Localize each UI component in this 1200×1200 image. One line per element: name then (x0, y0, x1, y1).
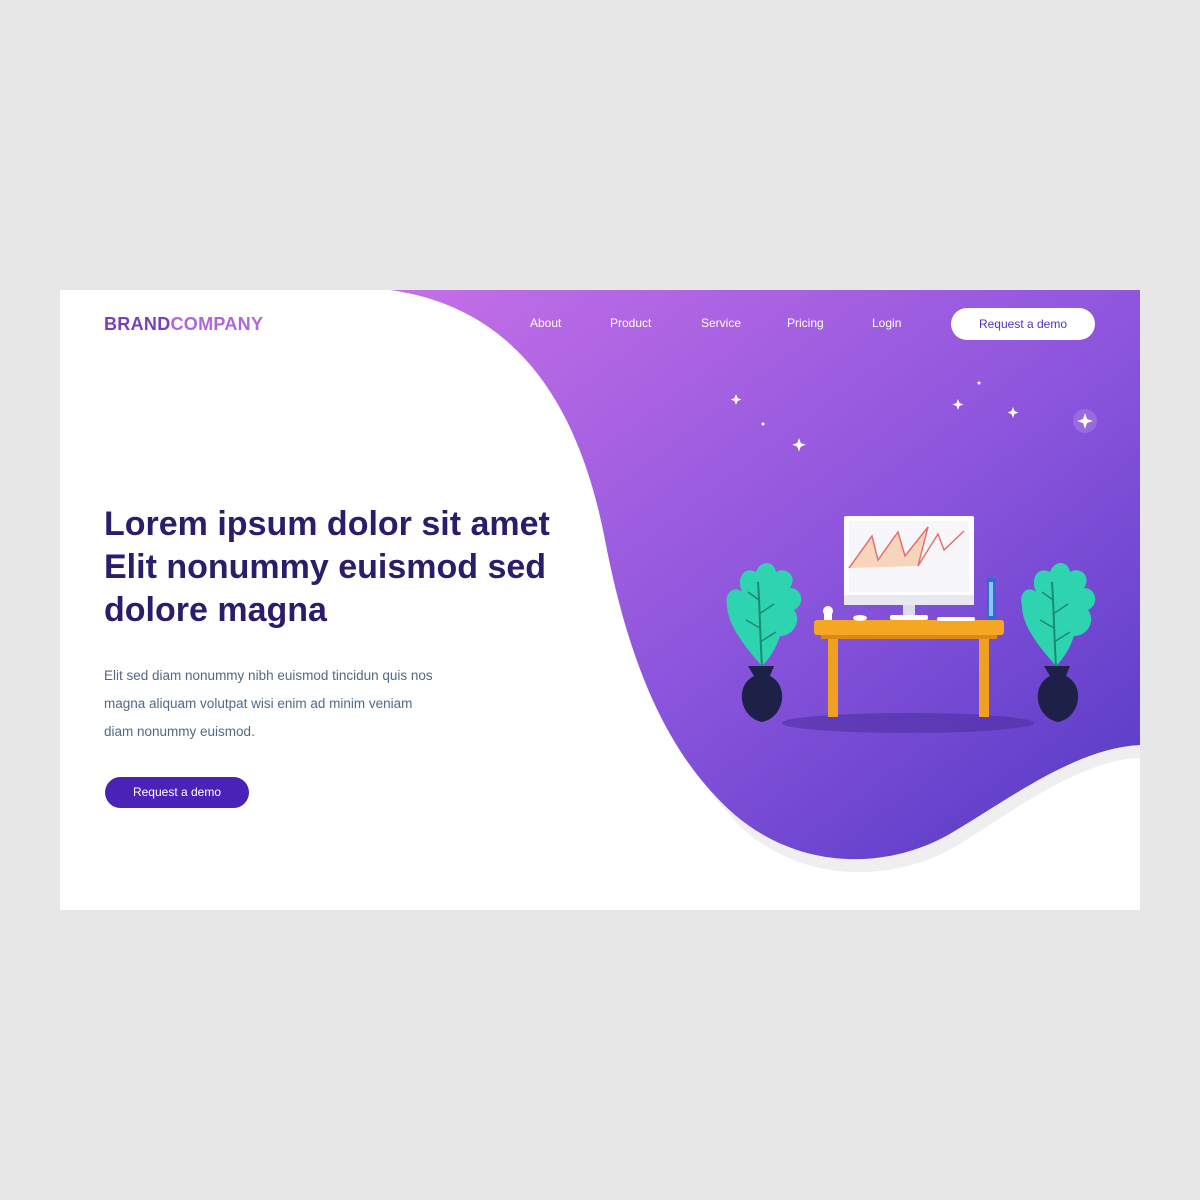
request-demo-hero-button[interactable]: Request a demo (105, 777, 249, 808)
hero-description-line: diam nonummy euismod. (104, 724, 255, 739)
hero-headline-line: dolore magna (104, 591, 327, 629)
hero-description-line: Elit sed diam nonummy nibh euismod tinci… (104, 668, 433, 683)
request-demo-nav-button[interactable]: Request a demo (951, 308, 1095, 340)
nav-item-about[interactable]: About (530, 316, 561, 330)
nav-item-product[interactable]: Product (610, 316, 651, 330)
nav-item-login[interactable]: Login (872, 316, 901, 330)
hero-headline-line: Lorem ipsum dolor sit amet (104, 505, 550, 543)
hero-headline-line: Elit nonummy euismod sed (104, 548, 547, 586)
hero-description-line: magna aliquam volutpat wisi enim ad mini… (104, 696, 413, 711)
hero-description: Elit sed diam nonummy nibh euismod tinci… (104, 662, 524, 746)
hero-headline: Lorem ipsum dolor sit amet Elit nonummy … (104, 503, 624, 632)
nav-item-pricing[interactable]: Pricing (787, 316, 824, 330)
landing-page-card: BRANDCOMPANY About Product Service Prici… (60, 290, 1140, 910)
nav-item-service[interactable]: Service (701, 316, 741, 330)
